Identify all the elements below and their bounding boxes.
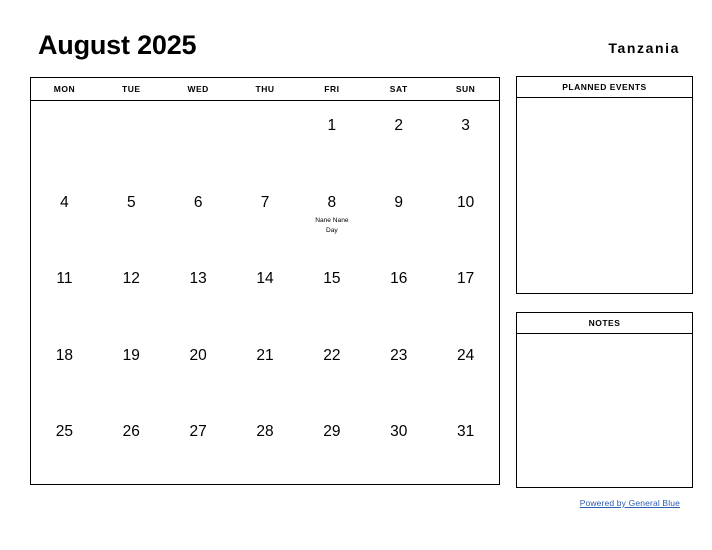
- calendar-grid: MON TUE WED THU FRI SAT SUN 1 2 3 4 5 6 7 8 Nane Nane D…: [30, 77, 500, 485]
- calendar-day-cell[interactable]: 31: [432, 407, 499, 484]
- country-label: Tanzania: [608, 40, 680, 56]
- calendar-weeks: 1 2 3 4 5 6 7 8 Nane Nane Day 9 10 11 12 13 14 15 16 17 18 1…: [31, 101, 499, 484]
- day-number: 18: [55, 346, 74, 364]
- calendar-day-cell[interactable]: 16: [365, 254, 432, 331]
- page-title: August 2025: [38, 30, 197, 60]
- calendar-day-cell[interactable]: 18: [31, 331, 98, 408]
- day-number: 17: [456, 270, 475, 288]
- calendar-week-row: 25 26 27 28 29 30 31: [31, 407, 499, 484]
- day-number: 12: [122, 270, 140, 288]
- calendar-day-cell[interactable]: 26: [98, 407, 165, 484]
- calendar-day-cell[interactable]: 13: [165, 254, 232, 331]
- day-number: 29: [323, 423, 341, 441]
- calendar-day-cell-empty: [31, 101, 98, 178]
- calendar-day-cell[interactable]: 19: [98, 331, 165, 408]
- calendar-day-cell[interactable]: 27: [165, 407, 232, 484]
- day-number: 26: [122, 423, 140, 441]
- day-number: 13: [189, 270, 207, 288]
- day-number: 30: [390, 423, 408, 441]
- weekday-header-tue: TUE: [122, 84, 141, 94]
- day-number: 4: [60, 193, 69, 211]
- calendar-day-cell[interactable]: 2: [365, 101, 432, 178]
- weekday-header-sun: SUN: [455, 84, 476, 94]
- notes-panel: NOTES: [516, 312, 693, 488]
- day-number: 25: [55, 423, 74, 441]
- calendar-day-cell[interactable]: 9: [365, 178, 432, 255]
- planned-events-body[interactable]: [517, 98, 692, 293]
- day-number: 15: [323, 270, 341, 288]
- day-number: 7: [260, 193, 270, 211]
- day-number: 9: [394, 193, 404, 211]
- calendar-day-cell[interactable]: 23: [365, 331, 432, 408]
- planned-events-title: PLANNED EVENTS: [517, 77, 692, 98]
- calendar-day-cell[interactable]: 22: [298, 331, 365, 408]
- calendar-day-cell[interactable]: 17: [432, 254, 499, 331]
- notes-body[interactable]: [517, 334, 692, 487]
- powered-by-link[interactable]: Powered by General Blue: [580, 498, 680, 508]
- day-number: 31: [456, 423, 475, 441]
- calendar-day-cell[interactable]: 25: [31, 407, 98, 484]
- weekday-header-row: MON TUE WED THU FRI SAT SUN: [31, 78, 499, 101]
- calendar-day-cell[interactable]: 21: [232, 331, 299, 408]
- day-number: 11: [56, 270, 73, 288]
- day-number: 6: [193, 193, 203, 211]
- calendar-day-cell[interactable]: 6: [165, 178, 232, 255]
- day-event-line: Nane Nane: [315, 217, 349, 225]
- calendar-day-cell[interactable]: 30: [365, 407, 432, 484]
- day-number: 5: [126, 193, 136, 211]
- day-number: 28: [256, 423, 274, 441]
- calendar-day-cell[interactable]: 4: [31, 178, 98, 255]
- weekday-header-mon: MON: [53, 84, 76, 94]
- day-number: 20: [189, 346, 207, 364]
- calendar-day-cell[interactable]: 15: [298, 254, 365, 331]
- calendar-week-row: 18 19 20 21 22 23 24: [31, 331, 499, 408]
- day-number: 16: [390, 270, 408, 288]
- weekday-header-sat: SAT: [389, 84, 408, 94]
- calendar-day-cell[interactable]: 5: [98, 178, 165, 255]
- weekday-header-fri: FRI: [324, 84, 340, 94]
- day-number: 3: [461, 117, 470, 134]
- calendar-day-cell[interactable]: 8 Nane Nane Day: [298, 178, 365, 255]
- day-number: 22: [323, 346, 341, 364]
- day-number: 24: [456, 346, 475, 364]
- weekday-header-thu: THU: [255, 84, 275, 94]
- calendar-day-cell[interactable]: 29: [298, 407, 365, 484]
- weekday-header-wed: WED: [187, 84, 209, 94]
- day-number: 19: [122, 346, 140, 364]
- calendar-day-cell[interactable]: 10: [432, 178, 499, 255]
- day-number: 1: [327, 117, 337, 134]
- calendar-week-row: 4 5 6 7 8 Nane Nane Day 9 10: [31, 178, 499, 255]
- calendar-day-cell[interactable]: 11: [31, 254, 98, 331]
- calendar-day-cell[interactable]: 12: [98, 254, 165, 331]
- day-number: 10: [456, 193, 475, 211]
- calendar-day-cell[interactable]: 24: [432, 331, 499, 408]
- calendar-week-row: 1 2 3: [31, 101, 499, 178]
- day-number: 27: [189, 423, 207, 441]
- calendar-day-cell-empty: [232, 101, 299, 178]
- day-number: 8: [327, 193, 337, 211]
- calendar-week-row: 11 12 13 14 15 16 17: [31, 254, 499, 331]
- day-event-list: Nane Nane Day: [298, 216, 365, 235]
- planned-events-panel: PLANNED EVENTS: [516, 76, 693, 294]
- calendar-day-cell[interactable]: 14: [232, 254, 299, 331]
- calendar-day-cell[interactable]: 28: [232, 407, 299, 484]
- day-number: 21: [256, 346, 274, 364]
- calendar-day-cell[interactable]: 7: [232, 178, 299, 255]
- day-number: 14: [256, 270, 274, 288]
- day-event-line: Day: [326, 226, 338, 234]
- calendar-day-cell[interactable]: 3: [432, 101, 499, 178]
- day-number: 2: [394, 117, 404, 134]
- notes-title: NOTES: [517, 313, 692, 334]
- calendar-day-cell[interactable]: 1: [298, 101, 365, 178]
- day-number: 23: [390, 346, 408, 364]
- calendar-day-cell-empty: [165, 101, 232, 178]
- calendar-day-cell-empty: [98, 101, 165, 178]
- calendar-day-cell[interactable]: 20: [165, 331, 232, 408]
